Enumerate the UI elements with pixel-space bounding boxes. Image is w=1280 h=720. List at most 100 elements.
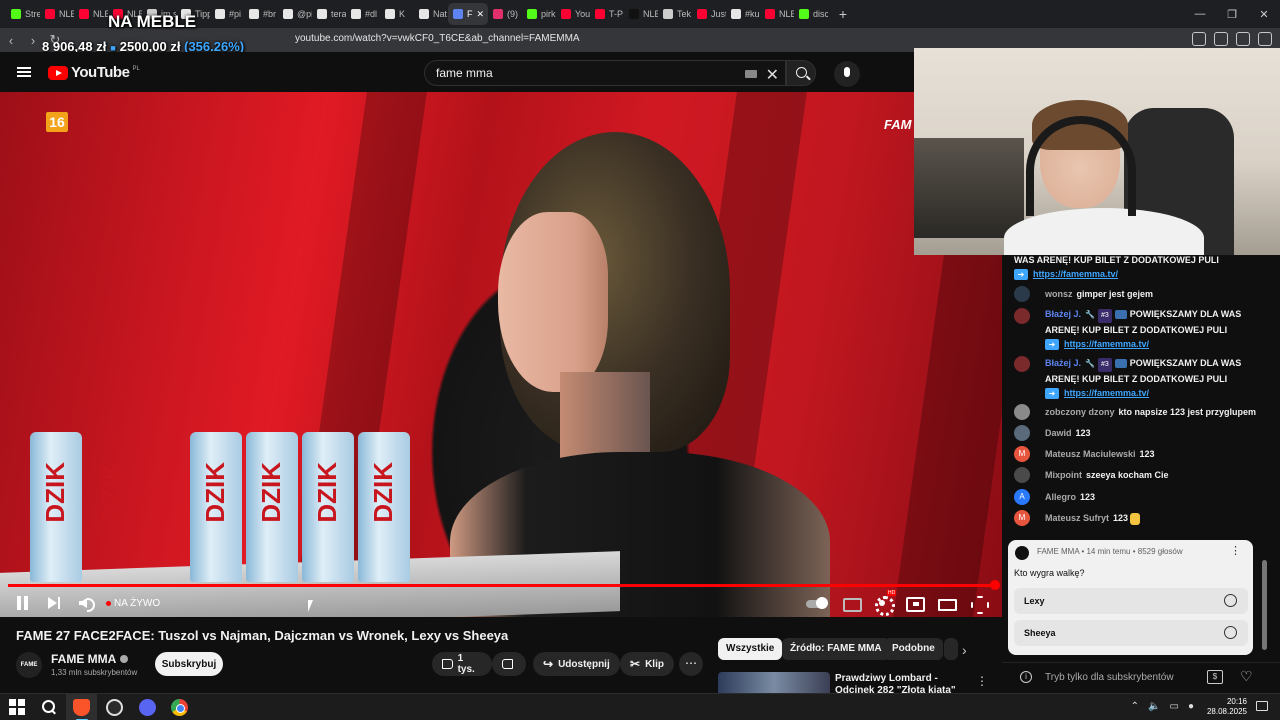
speaker-icon[interactable]: 🔈: [1148, 701, 1160, 712]
browser-tab[interactable]: #br: [244, 3, 278, 25]
volume-icon[interactable]: [77, 594, 95, 612]
chat-link[interactable]: https://famemma.tv/: [1064, 388, 1149, 398]
clock[interactable]: 20:16 28.08.2025: [1207, 697, 1247, 717]
browser-tab[interactable]: #pi: [210, 3, 244, 25]
browser-tab[interactable]: tera: [312, 3, 346, 25]
subtitles-icon[interactable]: [842, 594, 862, 612]
wallet-icon[interactable]: [1236, 32, 1250, 46]
next-icon[interactable]: [45, 594, 63, 612]
dislike-button[interactable]: [492, 652, 526, 676]
forward-icon[interactable]: ›: [22, 33, 44, 48]
clip-button[interactable]: ✂ Klip: [620, 652, 674, 676]
browser-tab[interactable]: Stre: [6, 3, 40, 25]
autoplay-toggle-icon[interactable]: [806, 594, 828, 612]
chrome-icon[interactable]: [171, 699, 188, 716]
chat-author[interactable]: Allegro: [1045, 492, 1076, 502]
poll-option-sheeya[interactable]: Sheeya: [1014, 620, 1248, 646]
taskbar-search-icon[interactable]: [40, 699, 57, 716]
channel-avatar[interactable]: FAME: [16, 652, 42, 678]
restore-icon[interactable]: ❐: [1216, 0, 1248, 28]
extensions-icon[interactable]: [1192, 32, 1206, 46]
theater-mode-icon[interactable]: [937, 594, 957, 612]
url-field[interactable]: youtube.com/watch?v=vwkCF0_T6CE&ab_chann…: [295, 33, 580, 44]
like-button[interactable]: 1 tys.: [432, 652, 492, 676]
progress-scrubber[interactable]: [990, 580, 1000, 590]
new-tab-icon[interactable]: +: [834, 6, 852, 22]
video-player[interactable]: 16 FAM: [0, 92, 1002, 617]
browser-tab[interactable]: You: [556, 3, 590, 25]
more-actions-icon[interactable]: ⋯: [679, 652, 703, 676]
chat-author[interactable]: Błażej J.: [1045, 358, 1081, 368]
windows-start-icon[interactable]: [9, 699, 26, 716]
menu-icon[interactable]: [1258, 32, 1272, 46]
search-input[interactable]: fame mma ✕: [424, 60, 786, 86]
browser-tab[interactable]: NLE: [624, 3, 658, 25]
browser-tab[interactable]: F ✕: [448, 3, 488, 25]
browser-tab[interactable]: pirk: [522, 3, 556, 25]
browser-tab[interactable]: NLE: [760, 3, 794, 25]
browser-tab[interactable]: (9): [488, 3, 522, 25]
chat-author[interactable]: Mixpoint: [1045, 470, 1082, 480]
mic-tray-icon[interactable]: ●: [1188, 701, 1194, 712]
obs-icon[interactable]: [106, 699, 123, 716]
keyboard-icon[interactable]: [745, 70, 757, 78]
chat-link[interactable]: https://famemma.tv/: [1033, 269, 1118, 279]
browser-tab[interactable]: NLE: [40, 3, 74, 25]
youtube-logo[interactable]: YouTube PL: [48, 64, 140, 81]
battery-icon[interactable]: ▭: [1170, 701, 1179, 712]
share-button[interactable]: ↪ Udostępnij: [533, 652, 620, 676]
search-button[interactable]: [786, 60, 816, 86]
sidebar-icon[interactable]: [1214, 32, 1228, 46]
chip-source[interactable]: Źródło: FAME MMA: [782, 638, 890, 660]
poll-more-icon[interactable]: ⋮: [1230, 544, 1241, 557]
pause-icon[interactable]: [14, 594, 32, 612]
voice-search-icon[interactable]: [834, 61, 860, 87]
minimize-icon[interactable]: —: [1184, 0, 1216, 28]
chat-author[interactable]: Mateusz Maciulewski: [1045, 449, 1136, 459]
poll-option-lexy[interactable]: Lexy: [1014, 588, 1248, 614]
progress-bar[interactable]: [8, 584, 996, 587]
chat-author[interactable]: Dawid: [1045, 428, 1072, 438]
clear-search-icon[interactable]: ✕: [766, 65, 779, 85]
channel-name[interactable]: FAME MMA: [51, 652, 129, 666]
tray-chevron-icon[interactable]: ⌃: [1131, 701, 1139, 712]
browser-tab[interactable]: Tek: [658, 3, 692, 25]
close-window-icon[interactable]: ✕: [1248, 0, 1280, 28]
browser-tab[interactable]: disc: [794, 3, 828, 25]
discord-icon[interactable]: [139, 699, 156, 716]
settings-gear-icon[interactable]: [873, 594, 895, 616]
subscribe-button[interactable]: Subskrybuj: [155, 652, 223, 676]
browser-tab[interactable]: K: [380, 3, 414, 25]
chat-author[interactable]: Mateusz Sufryt: [1045, 513, 1109, 523]
info-icon[interactable]: i: [1020, 671, 1032, 683]
back-icon[interactable]: ‹: [0, 33, 22, 48]
super-chat-icon[interactable]: $: [1207, 670, 1223, 684]
chevron-right-icon[interactable]: ›: [962, 642, 967, 658]
chip-overflow[interactable]: [944, 638, 958, 660]
browser-tab[interactable]: Nat: [414, 3, 448, 25]
chat-author[interactable]: wonsz: [1045, 289, 1073, 299]
close-tab-icon[interactable]: ✕: [477, 9, 485, 20]
recommended-more-icon[interactable]: ⋮: [976, 674, 988, 688]
hamburger-menu-icon[interactable]: [17, 67, 31, 77]
brave-browser-icon[interactable]: [73, 699, 90, 716]
browser-tab[interactable]: #dl: [346, 3, 380, 25]
radio-icon[interactable]: [1224, 626, 1237, 639]
fullscreen-icon[interactable]: [969, 594, 987, 612]
chat-author[interactable]: zobczony dzony: [1045, 407, 1115, 417]
chat-scrollbar[interactable]: [1262, 560, 1267, 650]
chat-author[interactable]: Błażej J.: [1045, 309, 1081, 319]
live-indicator[interactable]: NA ŻYWO: [106, 598, 160, 609]
browser-tab[interactable]: T-P: [590, 3, 624, 25]
miniplayer-icon[interactable]: [905, 594, 925, 612]
heart-icon[interactable]: ♡: [1240, 668, 1253, 685]
browser-tab[interactable]: #ku: [726, 3, 760, 25]
radio-icon[interactable]: [1224, 594, 1237, 607]
chip-related[interactable]: Podobne: [884, 638, 943, 660]
notification-icon[interactable]: [1256, 701, 1268, 711]
chip-all[interactable]: Wszystkie: [718, 638, 783, 660]
browser-tab[interactable]: Just: [692, 3, 726, 25]
browser-tab[interactable]: NLE: [74, 3, 108, 25]
browser-tab[interactable]: @pi: [278, 3, 312, 25]
chat-link[interactable]: https://famemma.tv/: [1064, 339, 1149, 349]
